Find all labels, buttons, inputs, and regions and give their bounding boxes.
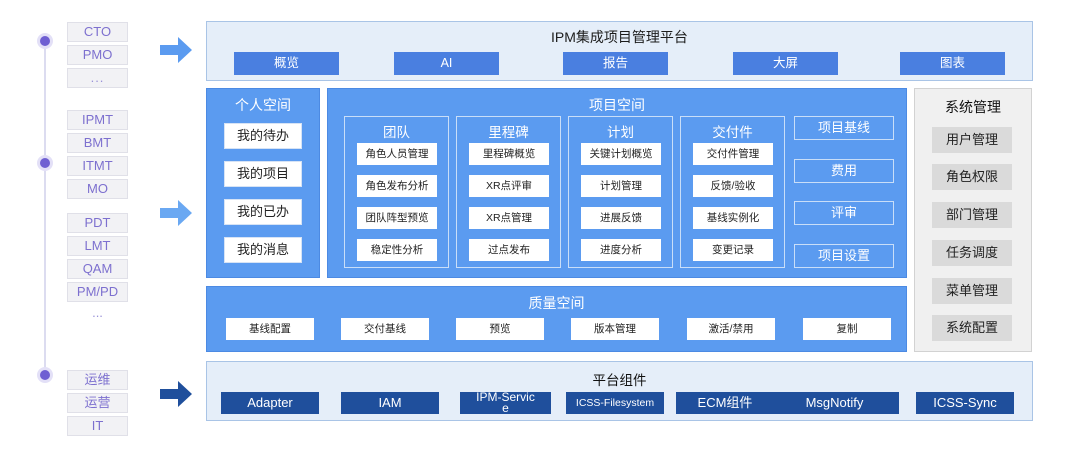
arrow-right-icon [160, 37, 192, 63]
role-cto: CTO [67, 22, 128, 42]
milestone-xr-review-button[interactable]: XR点评审 [469, 175, 549, 197]
personal-space-title: 个人空间 [235, 97, 291, 113]
platform-title: IPM集成项目管理平台 [551, 29, 688, 45]
personal-space-panel: 个人空间 我的待办 我的项目 我的已办 我的消息 [206, 88, 320, 278]
system-config-button[interactable]: 系统配置 [932, 315, 1012, 341]
project-space-title: 项目空间 [589, 97, 645, 113]
component-ecm[interactable]: ECM组件 [676, 392, 774, 414]
group-milestone: 里程碑 里程碑概览 XR点评审 XR点管理 过点发布 [456, 116, 561, 268]
component-icss-filesystem[interactable]: ICSS-Filesystem [566, 392, 664, 414]
system-role-button[interactable]: 角色权限 [932, 164, 1012, 190]
role-pdt: PDT [67, 213, 128, 233]
personal-messages-button[interactable]: 我的消息 [224, 237, 302, 263]
deliverable-manage-button[interactable]: 交付件管理 [693, 143, 773, 165]
deliverable-baseline-button[interactable]: 基线实例化 [693, 207, 773, 229]
timeline-dot [40, 370, 50, 380]
timeline-dot [40, 158, 50, 168]
role-more: ... [67, 68, 128, 88]
component-ipm-service-label: IPM-Service [476, 392, 535, 414]
quality-space-title: 质量空间 [528, 295, 585, 311]
timeline-dot [40, 36, 50, 46]
quality-preview-button[interactable]: 预览 [456, 318, 544, 340]
personal-todo-button[interactable]: 我的待办 [224, 123, 302, 149]
project-settings-button[interactable]: 项目设置 [794, 244, 894, 268]
role-it: IT [67, 416, 128, 436]
quality-activate-button[interactable]: 激活/禁用 [687, 318, 775, 340]
project-baseline-button[interactable]: 项目基线 [794, 116, 894, 140]
role-more: ... [92, 305, 103, 320]
quality-delivery-baseline-button[interactable]: 交付基线 [341, 318, 429, 340]
system-management-title: 系统管理 [945, 99, 1001, 115]
plan-feedback-button[interactable]: 进展反馈 [581, 207, 661, 229]
team-formation-button[interactable]: 团队阵型预览 [357, 207, 437, 229]
component-msgnotify[interactable]: MsgNotify [770, 392, 899, 414]
role-operation: 运营 [67, 393, 128, 413]
deliverable-accept-button[interactable]: 反馈/验收 [693, 175, 773, 197]
component-adapter[interactable]: Adapter [221, 392, 319, 414]
component-icss-sync[interactable]: ICSS-Sync [916, 392, 1014, 414]
component-iam[interactable]: IAM [341, 392, 439, 414]
role-mo: MO [67, 179, 128, 199]
project-cost-button[interactable]: 费用 [794, 159, 894, 183]
nav-ai-button[interactable]: AI [394, 52, 499, 75]
personal-done-button[interactable]: 我的已办 [224, 199, 302, 225]
deliverable-changes-button[interactable]: 变更记录 [693, 239, 773, 261]
role-pm-pd: PM/PD [67, 282, 128, 302]
system-user-button[interactable]: 用户管理 [932, 127, 1012, 153]
nav-overview-button[interactable]: 概览 [234, 52, 339, 75]
system-menu-button[interactable]: 菜单管理 [932, 278, 1012, 304]
team-role-release-button[interactable]: 角色发布分析 [357, 175, 437, 197]
arrow-right-icon [160, 200, 192, 226]
group-deliverable-title: 交付件 [712, 125, 753, 140]
group-milestone-title: 里程碑 [488, 125, 529, 140]
role-pmo: PMO [67, 45, 128, 65]
platform-components-title: 平台组件 [592, 373, 647, 388]
system-department-button[interactable]: 部门管理 [932, 202, 1012, 228]
team-stability-button[interactable]: 稳定性分析 [357, 239, 437, 261]
plan-progress-button[interactable]: 进度分析 [581, 239, 661, 261]
nav-bigscreen-button[interactable]: 大屏 [733, 52, 838, 75]
milestone-overview-button[interactable]: 里程碑概览 [469, 143, 549, 165]
system-management-panel: 系统管理 用户管理 角色权限 部门管理 任务调度 菜单管理 系统配置 [914, 88, 1032, 352]
platform-panel: IPM集成项目管理平台 概览 AI 报告 大屏 图表 [206, 21, 1033, 81]
project-review-button[interactable]: 评审 [794, 201, 894, 225]
system-scheduler-button[interactable]: 任务调度 [932, 240, 1012, 266]
platform-components-panel: 平台组件 Adapter IAM IPM-Service ICSS-Filesy… [206, 361, 1033, 421]
component-ipm-service[interactable]: IPM-Service [460, 392, 551, 414]
team-role-staff-button[interactable]: 角色人员管理 [357, 143, 437, 165]
personal-projects-button[interactable]: 我的项目 [224, 161, 302, 187]
role-qam: QAM [67, 259, 128, 279]
plan-key-overview-button[interactable]: 关键计划概览 [581, 143, 661, 165]
timeline-line [44, 40, 46, 375]
nav-chart-button[interactable]: 图表 [900, 52, 1005, 75]
milestone-release-button[interactable]: 过点发布 [469, 239, 549, 261]
role-ipmt: IPMT [67, 110, 128, 130]
role-bmt: BMT [67, 133, 128, 153]
milestone-xr-manage-button[interactable]: XR点管理 [469, 207, 549, 229]
group-plan: 计划 关键计划概览 计划管理 进展反馈 进度分析 [568, 116, 673, 268]
quality-copy-button[interactable]: 复制 [803, 318, 891, 340]
quality-baseline-config-button[interactable]: 基线配置 [226, 318, 314, 340]
nav-report-button[interactable]: 报告 [563, 52, 668, 75]
group-team-title: 团队 [383, 125, 410, 140]
role-ops: 运维 [67, 370, 128, 390]
group-deliverable: 交付件 交付件管理 反馈/验收 基线实例化 变更记录 [680, 116, 785, 268]
role-itmt: ITMT [67, 156, 128, 176]
plan-manage-button[interactable]: 计划管理 [581, 175, 661, 197]
quality-version-button[interactable]: 版本管理 [571, 318, 659, 340]
arrow-right-icon [160, 381, 192, 407]
group-team: 团队 角色人员管理 角色发布分析 团队阵型预览 稳定性分析 [344, 116, 449, 268]
group-plan-title: 计划 [607, 125, 634, 140]
role-lmt: LMT [67, 236, 128, 256]
